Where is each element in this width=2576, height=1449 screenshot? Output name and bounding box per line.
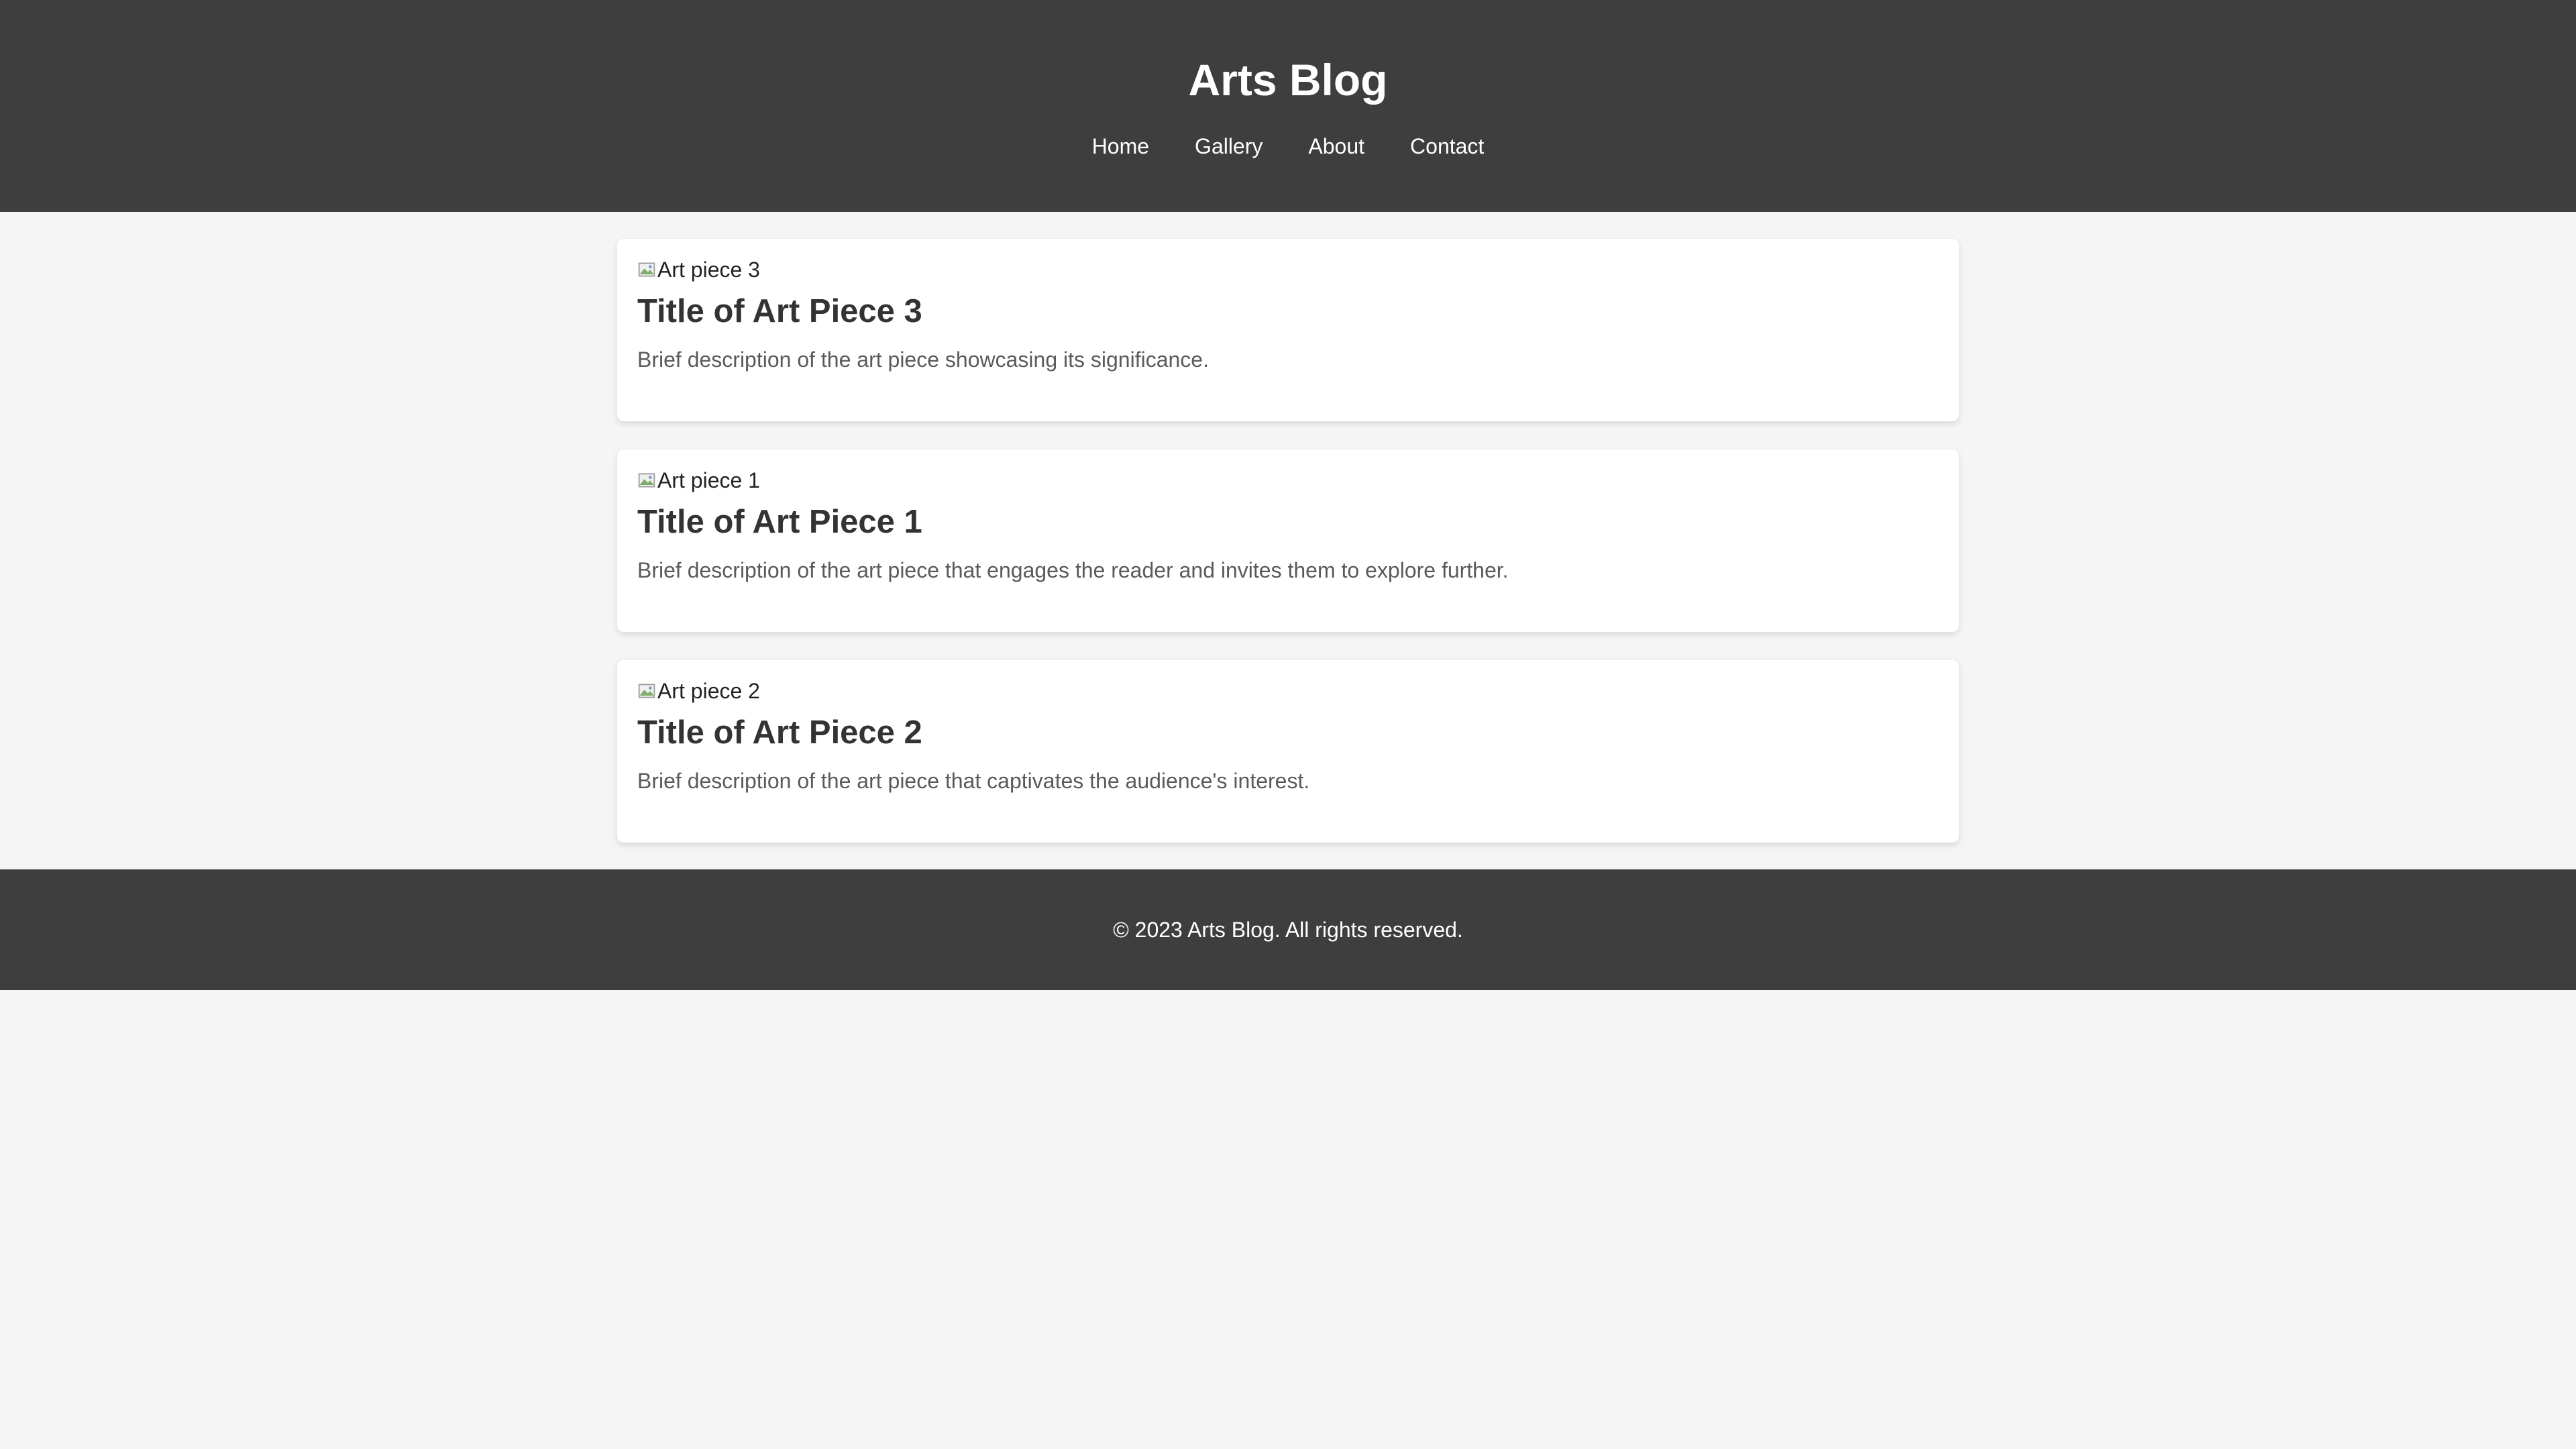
post-image-alt: Art piece 2 [657, 679, 760, 703]
broken-image-icon [638, 473, 655, 488]
main-nav: Home Gallery About Contact [0, 133, 2576, 160]
post-title[interactable]: Title of Art Piece 2 [637, 712, 1939, 753]
nav-link-about[interactable]: About [1285, 133, 1387, 160]
post-description: Brief description of the art piece that … [637, 558, 1509, 582]
site-title: Arts Blog [1188, 55, 1388, 105]
post-image-alt: Art piece 3 [657, 258, 760, 282]
post-description: Brief description of the art piece that … [637, 769, 1310, 793]
post-card: Art piece 3 Title of Art Piece 3 Brief d… [617, 239, 1959, 421]
post-title[interactable]: Title of Art Piece 3 [637, 291, 1939, 331]
site-footer: © 2023 Arts Blog. All rights reserved. [0, 869, 2576, 990]
broken-image-icon [638, 684, 655, 698]
broken-image-icon [638, 262, 655, 277]
post-image: Art piece 1 [637, 467, 1939, 494]
post-card: Art piece 2 Title of Art Piece 2 Brief d… [617, 660, 1959, 843]
post-card: Art piece 1 Title of Art Piece 1 Brief d… [617, 449, 1959, 632]
post-image-alt: Art piece 1 [657, 468, 760, 492]
site-header: Arts Blog Home Gallery About Contact [0, 0, 2576, 212]
post-description: Brief description of the art piece showc… [637, 347, 1209, 372]
copyright-text: © 2023 Arts Blog. All rights reserved. [1113, 918, 1463, 942]
post-title[interactable]: Title of Art Piece 1 [637, 502, 1939, 542]
nav-link-contact[interactable]: Contact [1387, 133, 1507, 160]
post-image: Art piece 2 [637, 678, 1939, 704]
nav-link-gallery[interactable]: Gallery [1172, 133, 1285, 160]
nav-link-home[interactable]: Home [1069, 133, 1172, 160]
main-content: Art piece 3 Title of Art Piece 3 Brief d… [617, 212, 1959, 843]
post-image: Art piece 3 [637, 256, 1939, 283]
